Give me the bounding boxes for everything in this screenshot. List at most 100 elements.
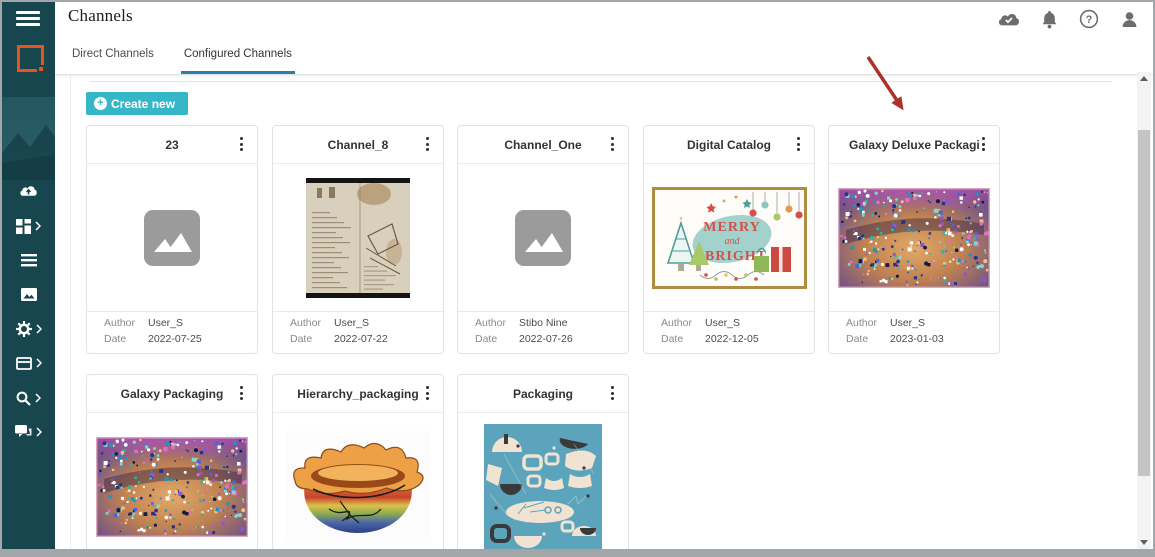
channel-card[interactable]: Galaxy Deluxe Packaging AuthorUser_S Dat… <box>828 125 1000 354</box>
channel-card[interactable]: 23 AuthorUser_S Date2022-07-25 <box>86 125 258 354</box>
date-value: 2022-07-22 <box>334 333 388 345</box>
date-value: 2022-12-05 <box>705 333 759 345</box>
card-footer: AuthorUser_S Date2022-07-22 <box>273 311 443 345</box>
scroll-down-arrow-icon[interactable] <box>1137 536 1151 549</box>
card-title: Packaging <box>513 387 573 401</box>
content-area: + Create new 23 AuthorUser_S Date2022-07… <box>55 74 1137 549</box>
list-icon <box>21 254 37 267</box>
tab-direct-channels[interactable]: Direct Channels <box>69 33 157 74</box>
chevron-right-icon <box>35 221 41 231</box>
kebab-menu-icon[interactable] <box>234 134 248 154</box>
content-top-divider <box>90 81 1112 82</box>
card-thumbnail-placeholder <box>458 164 628 311</box>
card-footer: AuthorUser_S Date2022-07-25 <box>87 311 257 345</box>
channel-card[interactable]: Channel_One AuthorStibo Nine Date2022-07… <box>457 125 629 354</box>
sidebar <box>2 2 55 555</box>
sidebar-item-panel[interactable] <box>2 350 55 376</box>
sidebar-landscape-image <box>2 97 55 180</box>
card-thumbnail-galaxy <box>829 164 999 311</box>
vertical-scrollbar[interactable] <box>1137 72 1151 549</box>
kebab-menu-icon[interactable] <box>420 134 434 154</box>
sidebar-item-cloud-upload[interactable] <box>2 178 55 204</box>
tab-configured-channels[interactable]: Configured Channels <box>181 33 295 74</box>
chevron-right-icon <box>36 427 42 437</box>
sidebar-item-settings[interactable] <box>2 316 55 342</box>
card-header: Channel_8 <box>273 126 443 164</box>
cloud-sync-icon[interactable] <box>997 11 1020 27</box>
card-title: Hierarchy_packaging <box>297 387 418 401</box>
svg-text:MERRY: MERRY <box>703 220 760 235</box>
card-title: Channel_One <box>504 138 581 152</box>
date-value: 2022-07-25 <box>148 333 202 345</box>
author-value: User_S <box>705 317 740 329</box>
card-header: Digital Catalog <box>644 126 814 164</box>
help-icon[interactable]: ? <box>1079 9 1099 29</box>
sidebar-item-search[interactable] <box>2 385 55 411</box>
date-value: 2023-01-03 <box>890 333 944 345</box>
create-new-button[interactable]: + Create new <box>86 92 188 115</box>
card-footer: AuthorStibo Nine Date2022-07-26 <box>458 311 628 345</box>
date-label: Date <box>475 333 519 345</box>
svg-text:?: ? <box>1086 14 1093 26</box>
card-thumbnail-christmas: MERRYandBRIGHT* <box>644 164 814 311</box>
author-value: User_S <box>334 317 369 329</box>
app-window: Channels ? Direct Channels Configured Ch… <box>0 0 1155 557</box>
chevron-right-icon <box>35 393 41 403</box>
sidebar-item-modules[interactable] <box>2 213 55 239</box>
card-title: Galaxy Packaging <box>121 387 224 401</box>
card-title: 23 <box>165 138 178 152</box>
tab-bar: Direct Channels Configured Channels <box>55 33 1153 75</box>
plus-icon: + <box>94 97 107 110</box>
card-thumbnail-pattern <box>458 413 628 549</box>
sidebar-item-media[interactable] <box>2 281 55 307</box>
channel-card[interactable]: Digital Catalog MERRYandBRIGHT* AuthorUs… <box>643 125 815 354</box>
card-header: 23 <box>87 126 257 164</box>
channel-card[interactable]: Galaxy Packaging Author Date <box>86 374 258 549</box>
channel-card[interactable]: Channel_8 AuthorUser_S Date2022-07-22 <box>272 125 444 354</box>
user-icon[interactable] <box>1120 10 1139 29</box>
gear-icon <box>16 321 32 337</box>
notifications-icon[interactable] <box>1041 10 1058 29</box>
window-bottom-edge <box>2 549 1153 555</box>
scroll-up-arrow-icon[interactable] <box>1137 72 1151 85</box>
author-value: User_S <box>890 317 925 329</box>
header-icons: ? <box>997 9 1139 29</box>
card-thumbnail-bowl <box>273 413 443 549</box>
kebab-menu-icon[interactable] <box>420 383 434 403</box>
date-value: 2022-07-26 <box>519 333 573 345</box>
channel-card[interactable]: Hierarchy_packaging Author Date <box>272 374 444 549</box>
image-icon <box>21 288 37 301</box>
sidebar-item-messages[interactable] <box>2 419 55 445</box>
chevron-right-icon <box>36 358 42 368</box>
svg-text:*: * <box>679 215 683 225</box>
card-header: Galaxy Deluxe Packaging <box>829 126 999 164</box>
hamburger-menu-icon[interactable] <box>16 11 40 28</box>
search-icon <box>16 391 31 406</box>
card-thumbnail-galaxy <box>87 413 257 549</box>
date-label: Date <box>661 333 705 345</box>
card-footer: AuthorUser_S Date2023-01-03 <box>829 311 999 345</box>
step-logo-icon[interactable] <box>17 45 44 72</box>
sidebar-item-list[interactable] <box>2 247 55 273</box>
channel-card[interactable]: Packaging Author Date <box>457 374 629 549</box>
date-label: Date <box>104 333 148 345</box>
kebab-menu-icon[interactable] <box>605 383 619 403</box>
card-title: Galaxy Deluxe Packaging <box>849 138 979 152</box>
kebab-menu-icon[interactable] <box>234 383 248 403</box>
card-thumbnail-manuscript <box>273 164 443 311</box>
cloud-upload-icon <box>19 184 38 198</box>
modules-grid-icon <box>16 219 31 234</box>
chevron-right-icon <box>36 324 42 334</box>
panel-icon <box>16 357 32 370</box>
kebab-menu-icon[interactable] <box>976 134 990 154</box>
card-header: Hierarchy_packaging <box>273 375 443 413</box>
svg-text:and: and <box>724 236 740 247</box>
author-label: Author <box>104 317 148 329</box>
scrollbar-thumb[interactable] <box>1138 130 1150 476</box>
card-footer: AuthorUser_S Date2022-12-05 <box>644 311 814 345</box>
card-title: Digital Catalog <box>687 138 771 152</box>
author-label: Author <box>846 317 890 329</box>
date-label: Date <box>846 333 890 345</box>
kebab-menu-icon[interactable] <box>605 134 619 154</box>
kebab-menu-icon[interactable] <box>791 134 805 154</box>
